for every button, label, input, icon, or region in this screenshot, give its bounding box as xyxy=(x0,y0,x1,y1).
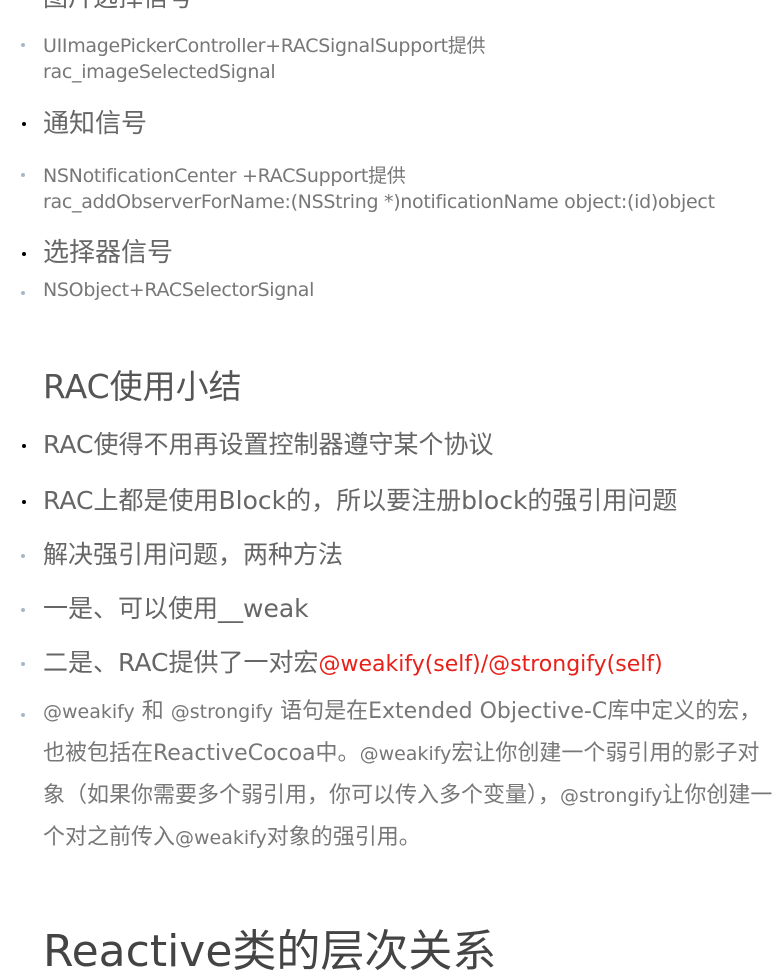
macro-highlight: @weakify(self)/@strongify(self) xyxy=(318,652,663,677)
list-item-notification-line2: rac_addObserverForName:(NSString *)notif… xyxy=(43,191,715,213)
bullet xyxy=(21,43,25,47)
inline-code: @strongify xyxy=(560,785,663,807)
bullet xyxy=(21,291,25,295)
section-heading-notification: 通知信号 xyxy=(43,109,148,139)
summary-point-2: RAC上都是使用Block的，所以要注册block的强引用问题 xyxy=(43,486,678,515)
section-heading-image-picker: 图片选择信号 xyxy=(43,0,193,14)
bullet xyxy=(21,713,25,717)
list-item-selector: NSObject+RACSelectorSignal xyxy=(43,279,315,301)
list-item-image-picker-line1: UIImagePickerController+RACSignalSupport… xyxy=(43,35,486,57)
bullet xyxy=(21,173,25,177)
bullet xyxy=(21,662,25,666)
summary-point-5-text: 二是、RAC提供了一对宏 xyxy=(43,648,319,677)
bullet xyxy=(21,608,25,612)
section-heading-reactive-hierarchy: Reactive类的层次关系 xyxy=(43,926,497,977)
inline-code: @weakify xyxy=(359,743,452,765)
summary-point-5: 二是、RAC提供了一对宏@weakify(self)/@strongify(se… xyxy=(43,643,663,679)
section-heading-rac-summary: RAC使用小结 xyxy=(43,367,242,406)
inline-code: @strongify xyxy=(170,701,274,723)
inline-code: @weakify xyxy=(175,827,267,849)
bullet xyxy=(22,252,26,256)
summary-point-4: 一是、可以使用__weak xyxy=(43,594,309,623)
bullet xyxy=(22,122,26,126)
bullet xyxy=(21,554,25,558)
weakify-paragraph: @weakify 和 @strongify 语句是在Extended Objec… xyxy=(43,691,773,859)
list-item-image-picker-line2: rac_imageSelectedSignal xyxy=(43,61,276,83)
paragraph-text: 对象的强引用。 xyxy=(266,825,421,850)
inline-code: @weakify xyxy=(43,701,135,723)
bullet xyxy=(22,444,26,448)
summary-point-1: RAC使得不用再设置控制器遵守某个协议 xyxy=(43,430,494,459)
summary-point-3: 解决强引用问题，两种方法 xyxy=(43,540,344,569)
list-item-notification-line1: NSNotificationCenter +RACSupport提供 xyxy=(43,165,406,187)
bullet xyxy=(22,500,26,504)
paragraph-text: 和 xyxy=(134,699,171,724)
section-heading-selector: 选择器信号 xyxy=(43,238,174,268)
